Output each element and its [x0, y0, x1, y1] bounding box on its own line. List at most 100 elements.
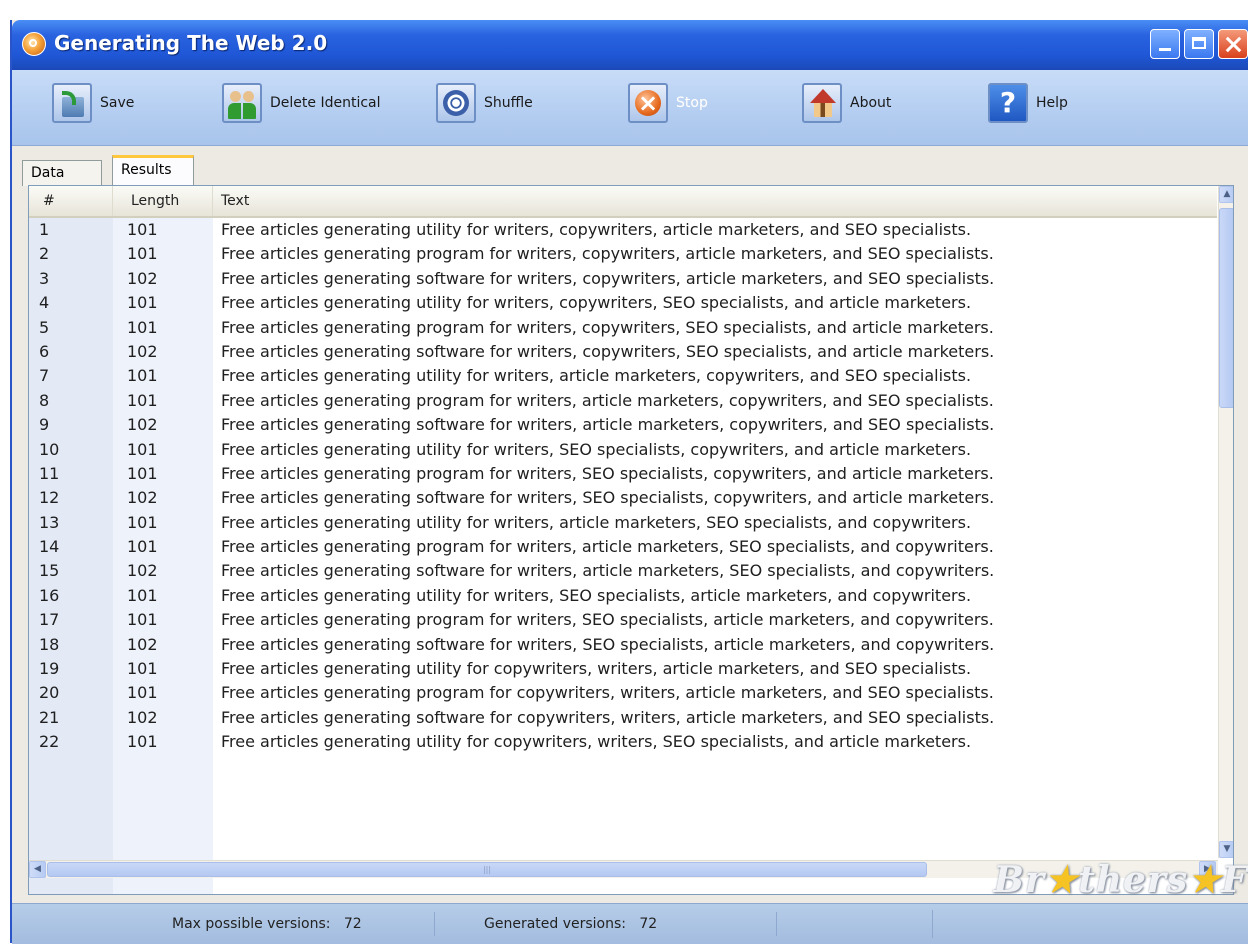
table-row[interactable]: 1 101 Free articles generating utility for…	[29, 218, 1217, 242]
cell-num: 3	[39, 268, 50, 288]
column-header-number[interactable]: #	[29, 186, 113, 216]
home-icon	[802, 83, 842, 123]
cell-num: 16	[39, 585, 60, 605]
max-versions-value: 72	[343, 916, 362, 932]
results-list[interactable]: # Length Text 1 101 Free articles generati…	[28, 185, 1234, 895]
table-row[interactable]: 7 101 Free articles generating utility for…	[29, 364, 1217, 388]
cell-num: 4	[39, 293, 50, 313]
cell-text: Free articles generating program for cop…	[221, 683, 994, 703]
table-row[interactable]: 17 101 Free articles generating program fo…	[29, 608, 1217, 632]
cell-length: 102	[127, 341, 158, 361]
cell-text: Free articles generating program for wri…	[221, 317, 994, 337]
cell-text: Free articles generating software for wr…	[221, 634, 995, 654]
star-icon: ★	[1188, 859, 1222, 901]
minimize-button[interactable]	[1150, 29, 1180, 59]
tab-data[interactable]: Data	[22, 160, 102, 186]
cell-length: 102	[127, 707, 158, 727]
table-row[interactable]: 4 101 Free articles generating utility for…	[29, 291, 1217, 315]
horizontal-scroll-thumb[interactable]: |||	[47, 862, 927, 877]
cell-num: 11	[39, 463, 60, 483]
cell-num: 10	[39, 439, 60, 459]
cell-num: 6	[39, 341, 50, 361]
table-row[interactable]: 10 101 Free articles generating utility fo…	[29, 438, 1217, 462]
save-icon	[52, 83, 92, 123]
table-row[interactable]: 18 102 Free articles generating software f…	[29, 633, 1217, 657]
max-versions-label: Max possible versions:	[172, 916, 331, 932]
cell-length: 101	[127, 366, 158, 386]
maximize-button[interactable]	[1184, 29, 1214, 59]
table-row[interactable]: 6 102 Free articles generating software fo…	[29, 340, 1217, 364]
list-header: # Length Text	[29, 186, 1217, 218]
table-row[interactable]: 14 101 Free articles generating program fo…	[29, 535, 1217, 559]
help-button[interactable]: Help	[988, 78, 1068, 128]
shuffle-label: Shuffle	[484, 95, 533, 111]
cell-text: Free articles generating program for wri…	[221, 610, 994, 630]
stop-button[interactable]: Stop	[628, 78, 708, 128]
generated-versions-label: Generated versions:	[484, 916, 627, 932]
cell-length: 101	[127, 512, 158, 532]
title-bar[interactable]: Generating The Web 2.0	[12, 20, 1248, 70]
app-icon	[22, 32, 46, 56]
window-title: Generating The Web 2.0	[54, 31, 328, 55]
vertical-scrollbar[interactable]: ▲ ▼	[1218, 186, 1233, 858]
table-row[interactable]: 22 101 Free articles generating utility fo…	[29, 730, 1217, 754]
table-row[interactable]: 13 101 Free articles generating utility fo…	[29, 511, 1217, 535]
cell-text: Free articles generating utility for wri…	[221, 439, 972, 459]
users-icon	[222, 83, 262, 123]
cell-num: 9	[39, 415, 50, 435]
column-header-length[interactable]: Length	[113, 186, 213, 216]
cell-text: Free articles generating utility for cop…	[221, 659, 972, 679]
scroll-down-button[interactable]: ▼	[1219, 841, 1233, 858]
cell-num: 13	[39, 512, 60, 532]
column-header-text[interactable]: Text	[213, 186, 1217, 216]
table-row[interactable]: 3 102 Free articles generating software fo…	[29, 267, 1217, 291]
table-row[interactable]: 8 101 Free articles generating program for…	[29, 389, 1217, 413]
cell-length: 101	[127, 244, 158, 264]
table-row[interactable]: 21 102 Free articles generating software f…	[29, 706, 1217, 730]
close-button[interactable]	[1218, 29, 1248, 59]
cell-num: 14	[39, 537, 60, 557]
table-row[interactable]: 2 101 Free articles generating program for…	[29, 242, 1217, 266]
vertical-scroll-thumb[interactable]	[1219, 208, 1233, 408]
cell-num: 8	[39, 390, 50, 410]
cell-length: 101	[127, 659, 158, 679]
table-row[interactable]: 16 101 Free articles generating utility fo…	[29, 584, 1217, 608]
cell-length: 101	[127, 732, 158, 752]
table-row[interactable]: 9 102 Free articles generating software fo…	[29, 413, 1217, 437]
delete-identical-button[interactable]: Delete Identical	[222, 78, 381, 128]
save-label: Save	[100, 95, 135, 111]
cell-num: 5	[39, 317, 50, 337]
scroll-up-button[interactable]: ▲	[1219, 186, 1233, 203]
cell-text: Free articles generating program for wri…	[221, 463, 994, 483]
table-row[interactable]: 12 102 Free articles generating software f…	[29, 486, 1217, 510]
stop-icon	[628, 83, 668, 123]
toolbar: Save Delete Identical Shuffle Stop About…	[12, 70, 1248, 146]
watermark: Br★thers★F	[993, 859, 1248, 901]
cell-text: Free articles generating software for wr…	[221, 488, 995, 508]
table-row[interactable]: 11 101 Free articles generating program fo…	[29, 462, 1217, 486]
table-row[interactable]: 20 101 Free articles generating program fo…	[29, 681, 1217, 705]
cell-length: 102	[127, 415, 158, 435]
help-icon	[988, 83, 1028, 123]
cell-num: 20	[39, 683, 60, 703]
help-label: Help	[1036, 95, 1068, 111]
shuffle-button[interactable]: Shuffle	[436, 78, 533, 128]
cell-num: 19	[39, 659, 60, 679]
cell-text: Free articles generating utility for wri…	[221, 293, 972, 313]
cell-text: Free articles generating utility for wri…	[221, 512, 972, 532]
stop-label: Stop	[676, 95, 708, 111]
save-button[interactable]: Save	[52, 78, 134, 128]
cell-text: Free articles generating utility for wri…	[221, 366, 972, 386]
cell-length: 101	[127, 220, 158, 239]
about-button[interactable]: About	[802, 78, 891, 128]
delete-identical-label: Delete Identical	[270, 95, 381, 111]
star-icon: ★	[1044, 859, 1079, 901]
table-row[interactable]: 19 101 Free articles generating utility fo…	[29, 657, 1217, 681]
cell-length: 101	[127, 683, 158, 703]
table-row[interactable]: 5 101 Free articles generating program for…	[29, 316, 1217, 340]
table-row[interactable]: 15 102 Free articles generating software f…	[29, 559, 1217, 583]
tab-results[interactable]: Results	[112, 155, 194, 186]
cell-length: 102	[127, 268, 158, 288]
scroll-left-button[interactable]: ◀	[29, 861, 46, 878]
cell-num: 12	[39, 488, 60, 508]
